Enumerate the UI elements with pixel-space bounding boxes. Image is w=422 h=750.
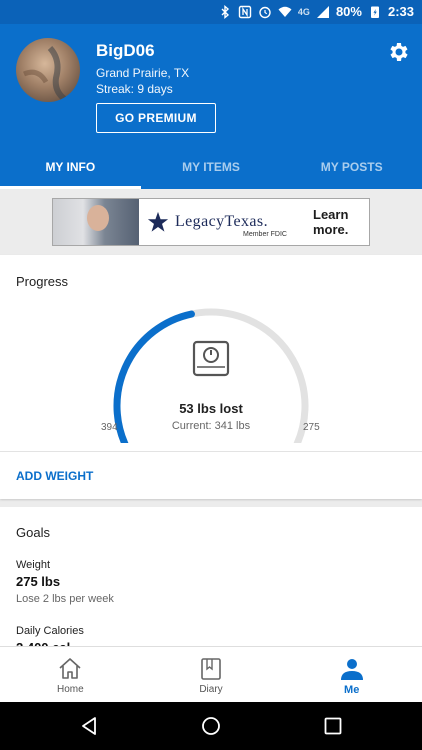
ad-cta-line2: more. (313, 222, 349, 237)
star-icon (147, 211, 169, 232)
ad-fdic: Member FDIC (243, 231, 287, 238)
nav-home[interactable]: Home (0, 647, 141, 702)
progress-title: Progress (16, 274, 69, 289)
nfc-icon (238, 5, 252, 18)
goals-title: Goals (16, 525, 50, 540)
goal-weight: 275 (303, 422, 320, 433)
bluetooth-icon (221, 4, 229, 19)
start-weight: 394 (101, 422, 118, 433)
ad-brand: LegacyTexas. (175, 213, 268, 230)
status-bar: 4G 80% 2:33 (0, 0, 422, 24)
avatar[interactable] (16, 38, 80, 102)
home-icon (59, 658, 81, 679)
signal-icon (316, 5, 329, 18)
scale-icon (192, 340, 230, 377)
nav-home-label: Home (56, 684, 84, 695)
tab-my-posts[interactable]: MY POSTS (281, 148, 422, 189)
system-navigation-bar (0, 702, 422, 750)
ad-cta[interactable]: Learn more. (307, 199, 369, 245)
go-premium-button[interactable]: GO PREMIUM (96, 103, 216, 133)
profile-header: BigD06 Grand Prairie, TX Streak: 9 days … (0, 24, 422, 189)
weight-lost-text: 53 lbs lost (179, 401, 243, 416)
ad-logo: LegacyTexas. (139, 211, 307, 233)
clock-time: 2:33 (387, 4, 414, 19)
username: BigD06 (96, 41, 155, 60)
nav-me[interactable]: Me (281, 647, 422, 702)
user-location: Grand Prairie, TX (96, 66, 190, 80)
wifi-icon (278, 6, 292, 17)
gear-icon[interactable] (386, 40, 410, 64)
diary-icon (201, 658, 221, 680)
bottom-navigation: Home Diary Me (0, 646, 422, 702)
goals-card: Goals Weight 275 lbs Lose 2 lbs per week… (0, 507, 422, 655)
screen: 4G 80% 2:33 BigD06 Grand Prairie, TX Str… (0, 0, 422, 750)
progress-card: Progress 53 lbs lost Current: 341 lbs 39… (0, 255, 422, 499)
alarm-icon (259, 6, 271, 18)
nav-diary[interactable]: Diary (141, 647, 282, 702)
calories-goal-label: Daily Calories (16, 625, 84, 637)
nav-me-label: Me (344, 684, 360, 696)
person-icon (340, 659, 363, 680)
avatar-photo (23, 45, 68, 102)
add-weight-button[interactable]: ADD WEIGHT (16, 469, 93, 483)
current-weight-text: Current: 341 lbs (171, 420, 251, 432)
weight-goal-subtext: Lose 2 lbs per week (16, 593, 114, 605)
network-type: 4G (297, 6, 310, 17)
ad-cta-line1: Learn (313, 207, 349, 222)
card-divider (0, 451, 422, 452)
recents-icon[interactable] (322, 715, 344, 737)
profile-tabs: MY INFO MY ITEMS MY POSTS (0, 148, 422, 189)
home-circle-icon[interactable] (200, 715, 222, 737)
tab-my-info[interactable]: MY INFO (0, 148, 141, 189)
battery-percent: 80% (335, 4, 362, 19)
tab-my-items[interactable]: MY ITEMS (141, 148, 282, 189)
status-icons: 4G 80% 2:33 (218, 4, 414, 19)
battery-charging-icon (370, 6, 379, 18)
weight-goal-label: Weight (16, 559, 51, 571)
nav-diary-label: Diary (199, 684, 223, 695)
ad-area: LegacyTexas. Member FDIC Learn more. (0, 189, 422, 253)
back-icon[interactable] (79, 715, 101, 737)
ad-photo (53, 199, 139, 245)
ad-banner[interactable]: LegacyTexas. Member FDIC Learn more. (52, 198, 370, 246)
weight-goal-value: 275 lbs (16, 574, 61, 589)
streak-text: Streak: 9 days (96, 82, 173, 96)
